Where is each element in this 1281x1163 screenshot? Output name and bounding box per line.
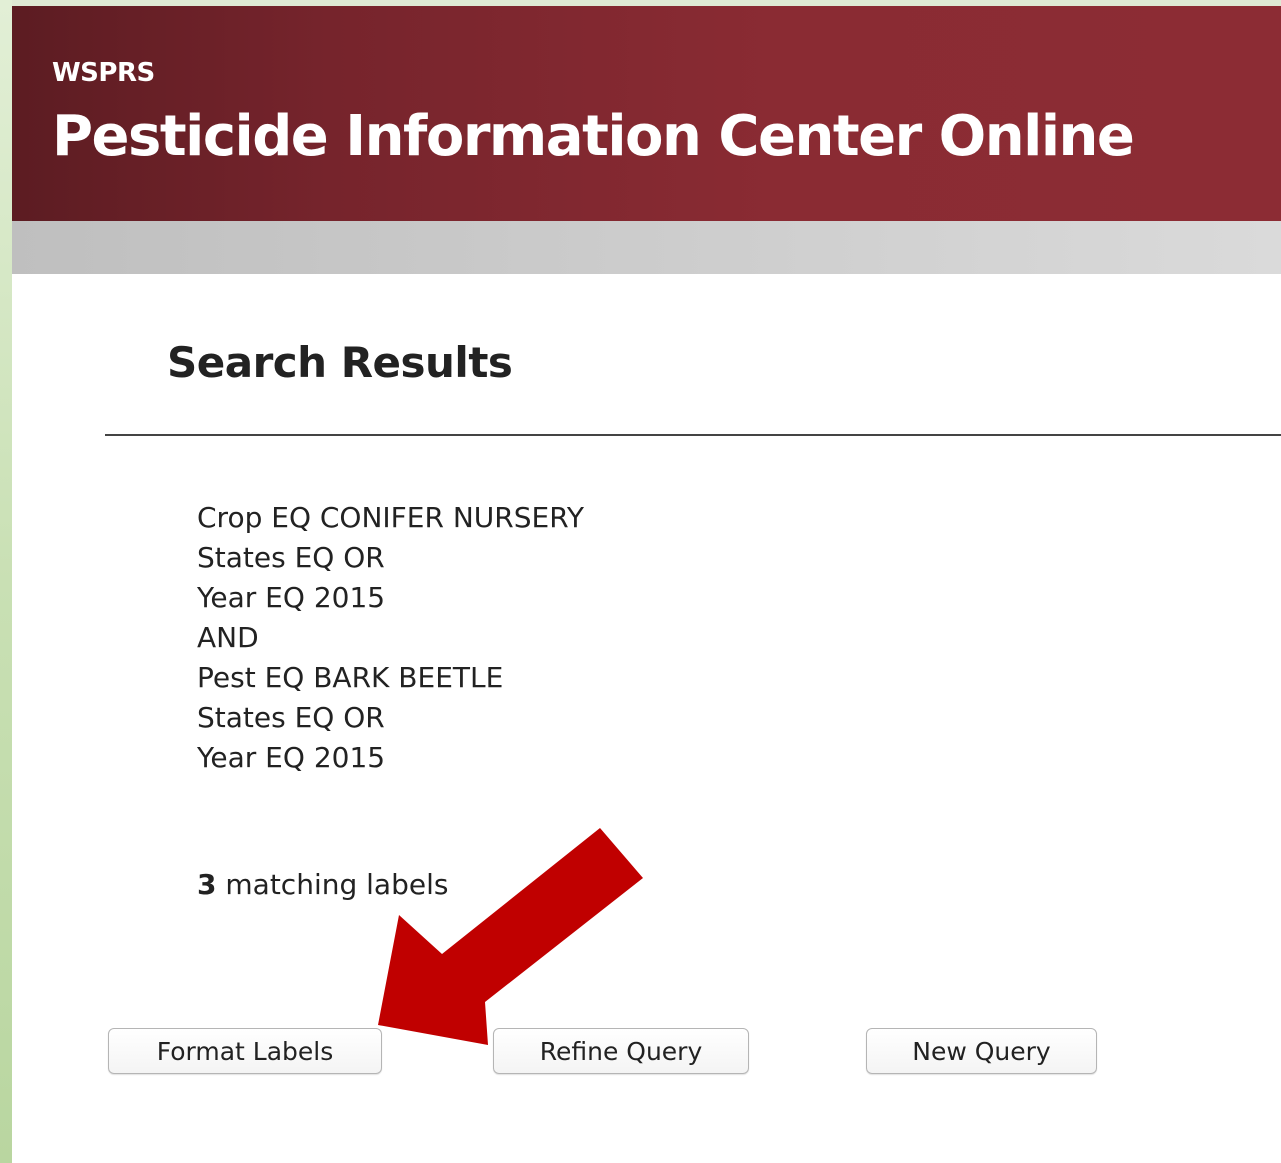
matching-labels-summary: 3 matching labels <box>197 868 448 901</box>
title-divider <box>105 434 1281 436</box>
refine-query-button[interactable]: Refine Query <box>493 1028 749 1074</box>
page: WSPRS Pesticide Information Center Onlin… <box>0 0 1281 1163</box>
query-line: AND <box>197 621 259 654</box>
query-line: Year EQ 2015 <box>197 741 386 774</box>
query-line: Year EQ 2015 <box>197 581 386 614</box>
query-line: States EQ OR <box>197 541 385 574</box>
query-line: Pest EQ BARK BEETLE <box>197 661 504 694</box>
site-header: WSPRS Pesticide Information Center Onlin… <box>12 6 1281 221</box>
navigation-bar <box>12 221 1281 274</box>
query-line: Crop EQ CONIFER NURSERY <box>197 501 584 534</box>
arrow-shape <box>378 828 643 1045</box>
match-count: 3 <box>197 868 217 901</box>
query-criteria: Crop EQ CONIFER NURSERY States EQ OR Yea… <box>197 498 584 778</box>
left-border <box>0 0 12 1163</box>
new-query-button[interactable]: New Query <box>866 1028 1097 1074</box>
page-title: Search Results <box>167 338 513 387</box>
query-line: States EQ OR <box>197 701 385 734</box>
site-title: Pesticide Information Center Online <box>52 104 1135 169</box>
match-text: matching labels <box>216 868 449 901</box>
header-subtitle: WSPRS <box>52 58 155 88</box>
format-labels-button[interactable]: Format Labels <box>108 1028 382 1074</box>
